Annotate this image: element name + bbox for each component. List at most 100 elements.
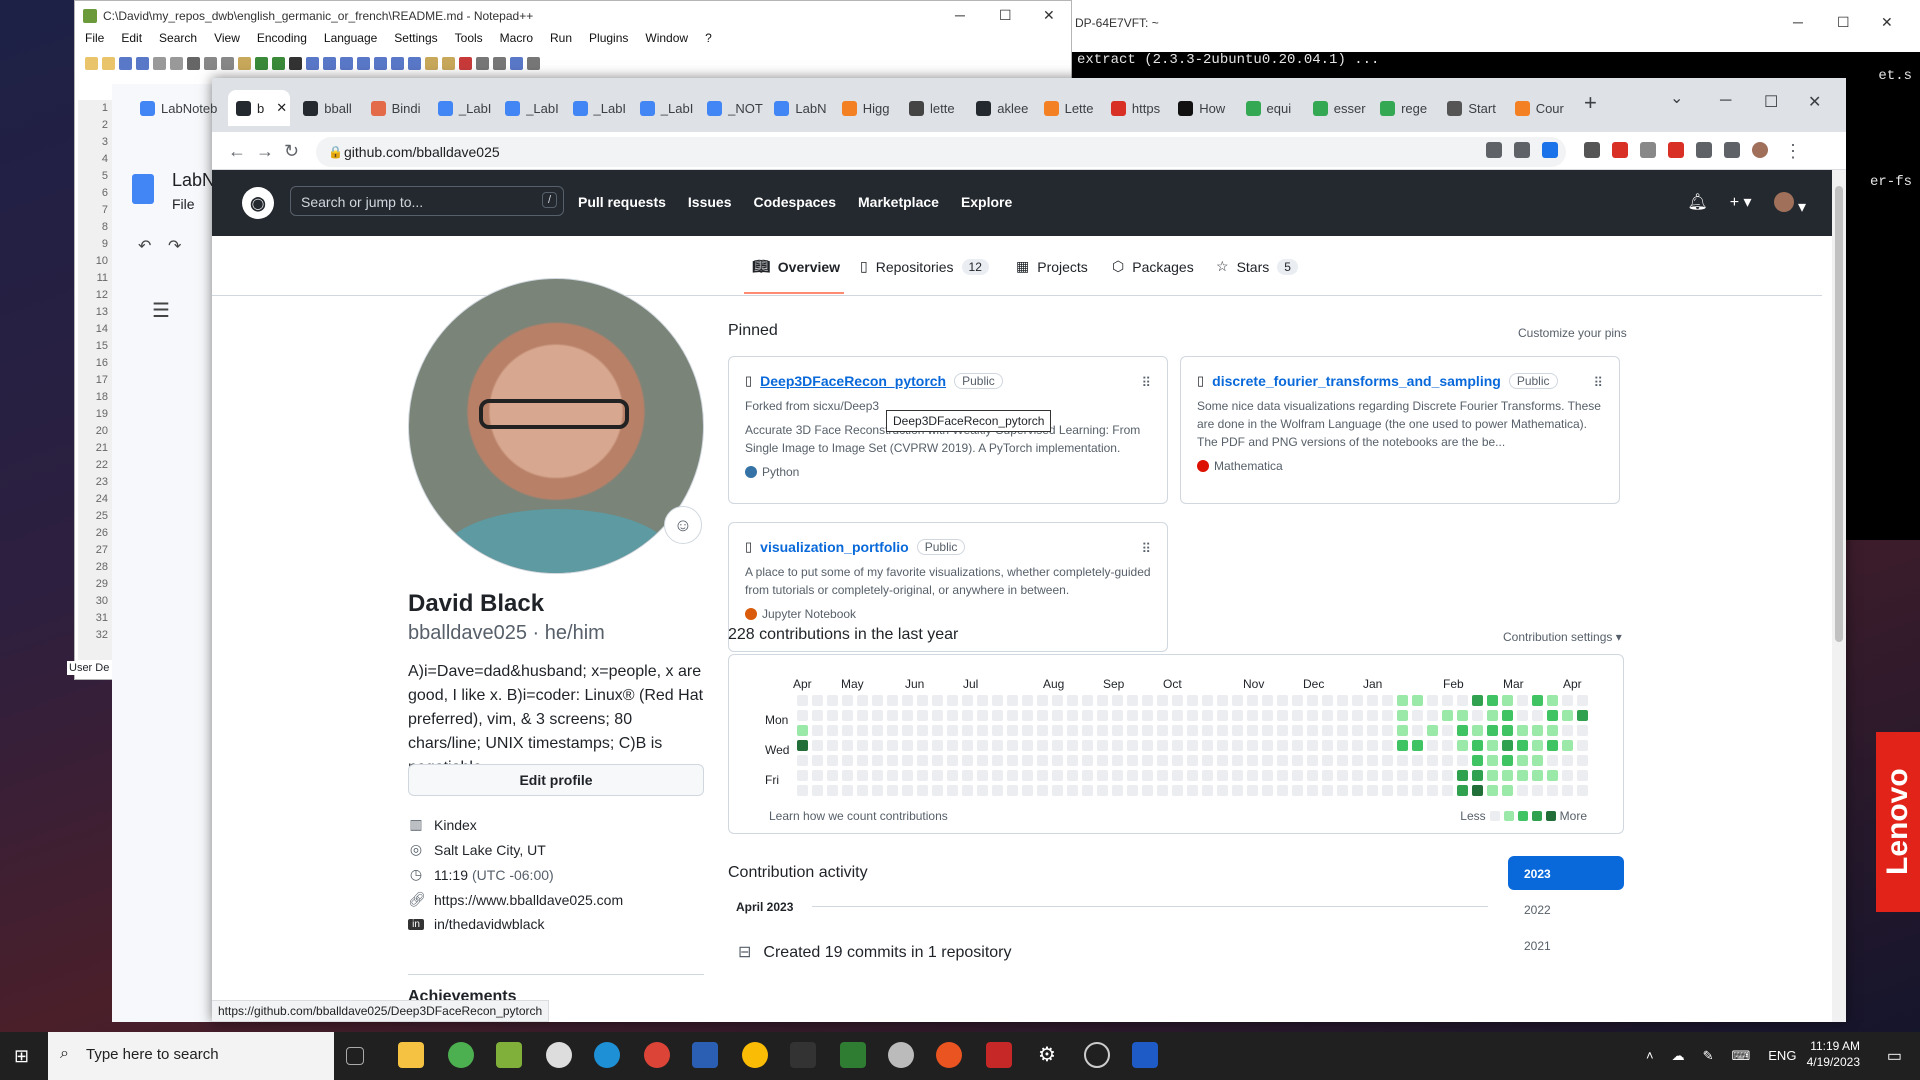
install-icon[interactable] [1486, 142, 1502, 158]
contribution-cell[interactable] [1052, 785, 1063, 796]
contribution-cell[interactable] [1127, 785, 1138, 796]
menu-window[interactable]: Window [645, 31, 688, 51]
contribution-cell[interactable] [842, 740, 853, 751]
onedrive-icon[interactable]: ☁ [1672, 1048, 1685, 1064]
contribution-cell[interactable] [1517, 785, 1528, 796]
browser-tab[interactable]: bball [295, 90, 359, 126]
contribution-cell[interactable] [1127, 710, 1138, 721]
contribution-cell[interactable] [1487, 710, 1498, 721]
contribution-cell[interactable] [1442, 740, 1453, 751]
contribution-cell[interactable] [1232, 695, 1243, 706]
contribution-cell[interactable] [827, 710, 838, 721]
browser-tab[interactable]: Lette [1036, 90, 1100, 126]
share-icon[interactable] [1514, 142, 1530, 158]
edit-profile-button[interactable]: Edit profile [408, 764, 704, 796]
contribution-cell[interactable] [827, 725, 838, 736]
contribution-cell[interactable] [1547, 755, 1558, 766]
contribution-cell[interactable] [917, 710, 928, 721]
contribution-cell[interactable] [827, 770, 838, 781]
contribution-cell[interactable] [1097, 740, 1108, 751]
contribution-cell[interactable] [1532, 740, 1543, 751]
contribution-cell[interactable] [1427, 740, 1438, 751]
contribution-cell[interactable] [1037, 710, 1048, 721]
contribution-settings-dropdown[interactable]: Contribution settings ▾ [1503, 630, 1622, 644]
contribution-cell[interactable] [917, 755, 928, 766]
contribution-cell[interactable] [902, 755, 913, 766]
contribution-cell[interactable] [947, 785, 958, 796]
contribution-cell[interactable] [1247, 755, 1258, 766]
contribution-cell[interactable] [917, 740, 928, 751]
contribution-cell[interactable] [827, 785, 838, 796]
contribution-cell[interactable] [917, 695, 928, 706]
browser-tab[interactable]: How [1170, 90, 1234, 126]
docs-window[interactable]: LabN File ↶ ↷ ☰ [112, 84, 216, 1022]
task-view-icon[interactable] [346, 1047, 364, 1065]
contribution-cell[interactable] [1232, 740, 1243, 751]
contribution-cell[interactable] [827, 755, 838, 766]
contribution-cell[interactable] [1337, 725, 1348, 736]
contribution-cell[interactable] [1367, 710, 1378, 721]
contribution-cell[interactable] [1577, 755, 1588, 766]
contribution-cell[interactable] [812, 710, 823, 721]
show-all-icon[interactable] [391, 57, 404, 70]
contribution-cell[interactable] [962, 755, 973, 766]
contribution-cell[interactable] [1127, 755, 1138, 766]
extension-icon[interactable] [1668, 142, 1684, 158]
contribution-cell[interactable] [1352, 710, 1363, 721]
contribution-cell[interactable] [1217, 785, 1228, 796]
contribution-cell[interactable] [1547, 770, 1558, 781]
contribution-cell[interactable] [1127, 770, 1138, 781]
minimize-icon[interactable]: ─ [955, 7, 965, 23]
contribution-cell[interactable] [1322, 770, 1333, 781]
contribution-cell[interactable] [812, 725, 823, 736]
contribution-cell[interactable] [932, 710, 943, 721]
word-icon[interactable] [1132, 1042, 1158, 1068]
contribution-cell[interactable] [1112, 725, 1123, 736]
contribution-cell[interactable] [1352, 785, 1363, 796]
contribution-cell[interactable] [1097, 710, 1108, 721]
contribution-cell[interactable] [1067, 740, 1078, 751]
contribution-cell[interactable] [1412, 725, 1423, 736]
user-menu[interactable]: ▾ [1773, 192, 1806, 217]
contribution-cell[interactable] [1337, 785, 1348, 796]
contribution-cell[interactable] [1532, 710, 1543, 721]
profile-linkedin[interactable]: in in/thedavidwblack [408, 916, 545, 932]
print-icon[interactable] [187, 57, 200, 70]
contribution-cell[interactable] [1067, 695, 1078, 706]
browser-tab[interactable]: Bindi [363, 90, 427, 126]
terminal-green-icon[interactable] [840, 1042, 866, 1068]
contribution-cell[interactable] [962, 740, 973, 751]
contribution-cell[interactable] [1412, 710, 1423, 721]
record-macro-icon[interactable] [459, 57, 472, 70]
contribution-cell[interactable] [962, 695, 973, 706]
contribution-cell[interactable] [1052, 725, 1063, 736]
contribution-cell[interactable] [1382, 740, 1393, 751]
contribution-cell[interactable] [1412, 740, 1423, 751]
contribution-cell[interactable] [1262, 695, 1273, 706]
github-logo-icon[interactable]: ◉ [242, 187, 274, 219]
contribution-cell[interactable] [1247, 785, 1258, 796]
contribution-cell[interactable] [1067, 785, 1078, 796]
browser-tab[interactable]: _LabI [430, 90, 494, 126]
contribution-cell[interactable] [932, 755, 943, 766]
contribution-cell[interactable] [1037, 740, 1048, 751]
contribution-cell[interactable] [1187, 770, 1198, 781]
contribution-cell[interactable] [1487, 740, 1498, 751]
contribution-cell[interactable] [1277, 710, 1288, 721]
contribution-cell[interactable] [1052, 755, 1063, 766]
contribution-cell[interactable] [1547, 725, 1558, 736]
contribution-cell[interactable] [1277, 770, 1288, 781]
contribution-cell[interactable] [1487, 770, 1498, 781]
contribution-cell[interactable] [812, 740, 823, 751]
contribution-cell[interactable] [1232, 770, 1243, 781]
contribution-cell[interactable] [1292, 695, 1303, 706]
contribution-cell[interactable] [872, 785, 883, 796]
browser-tab[interactable]: Start [1439, 90, 1503, 126]
contribution-cell[interactable] [1007, 740, 1018, 751]
browser-tab[interactable]: Cour [1507, 90, 1571, 126]
contribution-cell[interactable] [1157, 755, 1168, 766]
contribution-cell[interactable] [1427, 695, 1438, 706]
close-icon[interactable]: ✕ [1808, 92, 1821, 112]
contribution-cell[interactable] [1262, 740, 1273, 751]
contribution-cell[interactable] [1532, 785, 1543, 796]
